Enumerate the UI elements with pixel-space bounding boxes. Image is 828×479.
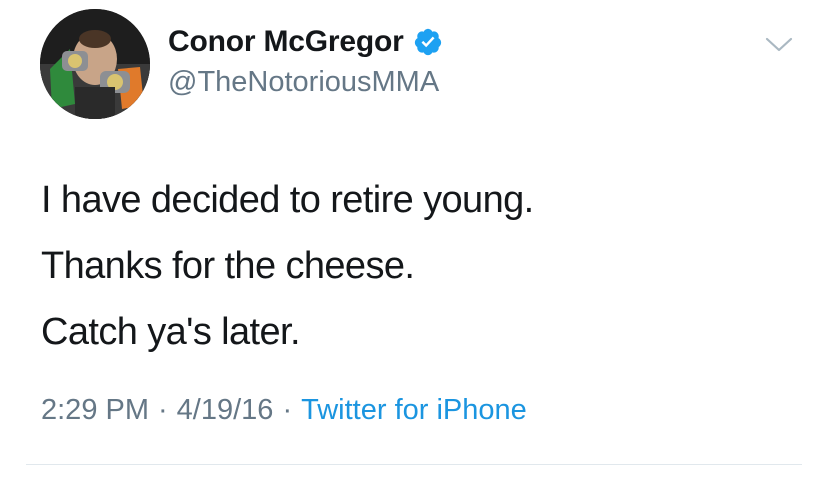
tweet-time[interactable]: 2:29 PM: [41, 394, 149, 426]
meta-separator: ·: [282, 394, 293, 426]
author-name-row: Conor McGregor: [168, 24, 443, 60]
tweet-source-link[interactable]: Twitter for iPhone: [301, 394, 527, 426]
author-handle[interactable]: @TheNotoriousMMA: [168, 66, 443, 99]
meta-separator: ·: [158, 394, 168, 426]
verified-badge-icon: [413, 27, 443, 57]
tweet-date[interactable]: 4/19/16: [177, 394, 274, 426]
author-display-name[interactable]: Conor McGregor: [168, 25, 404, 59]
tweet-author[interactable]: Conor McGregor @TheNotoriousMMA: [168, 24, 443, 99]
divider: [26, 464, 802, 465]
avatar-image: [40, 9, 150, 119]
tweet-text: I have decided to retire young. Thanks f…: [41, 167, 534, 365]
tweet-text-line: Thanks for the cheese.: [41, 245, 415, 287]
avatar[interactable]: [40, 9, 150, 119]
tweet-text-line: I have decided to retire young.: [41, 179, 534, 221]
tweet-text-line: Catch ya's later.: [41, 311, 301, 353]
tweet-metadata: 2:29 PM · 4/19/16 · Twitter for iPhone: [41, 394, 527, 427]
chevron-down-icon[interactable]: [765, 36, 793, 54]
